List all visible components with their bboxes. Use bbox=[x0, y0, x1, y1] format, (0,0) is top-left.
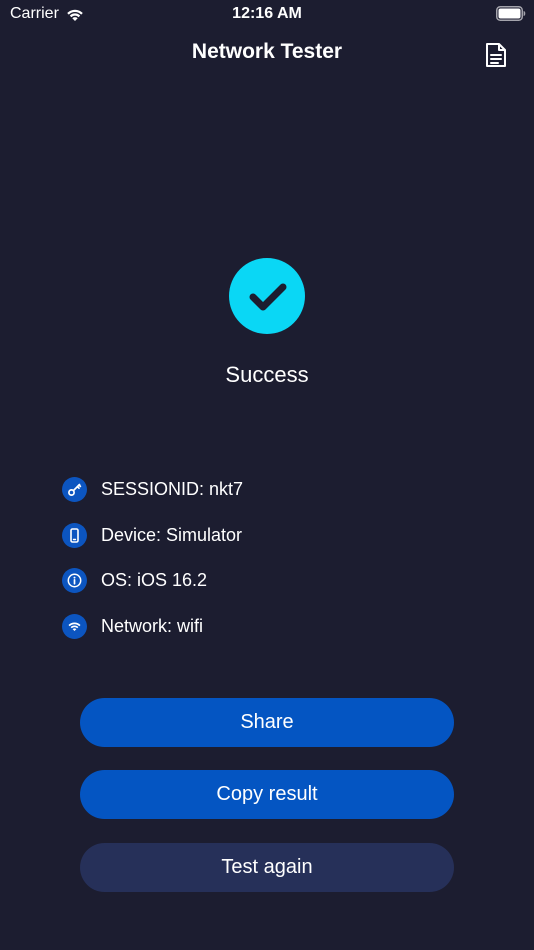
copy-result-button[interactable]: Copy result bbox=[80, 770, 454, 819]
test-again-button[interactable]: Test again bbox=[80, 843, 454, 892]
document-icon[interactable] bbox=[484, 42, 508, 68]
page-title: Network Tester bbox=[191, 40, 343, 63]
info-list: SESSIONID: nkt7 Device: Simulator OS: iO… bbox=[62, 477, 482, 659]
battery-icon bbox=[496, 6, 526, 21]
network-text: Network: wifi bbox=[101, 615, 204, 636]
info-row-network: Network: wifi bbox=[62, 613, 482, 660]
info-row-device: Device: Simulator bbox=[62, 522, 482, 569]
status-time: 12:16 AM bbox=[232, 5, 302, 22]
result-status: Success bbox=[225, 362, 309, 387]
wifi-icon bbox=[62, 613, 87, 639]
info-row-os: OS: iOS 16.2 bbox=[62, 568, 482, 614]
device-text: Device: Simulator bbox=[101, 524, 243, 545]
checkmark-icon bbox=[249, 283, 287, 311]
info-icon bbox=[62, 568, 87, 593]
session-id-text: SESSIONID: nkt7 bbox=[101, 479, 244, 499]
key-icon bbox=[62, 477, 87, 502]
phone-icon bbox=[62, 522, 87, 548]
os-text: OS: iOS 16.2 bbox=[101, 570, 208, 590]
info-row-session: SESSIONID: nkt7 bbox=[62, 477, 482, 523]
app-screen: Carrier 12:16 AM Network Tester Success bbox=[0, 0, 534, 950]
share-button[interactable]: Share bbox=[80, 698, 454, 747]
success-badge bbox=[229, 258, 305, 334]
status-bar: Carrier 12:16 AM bbox=[0, 0, 534, 30]
